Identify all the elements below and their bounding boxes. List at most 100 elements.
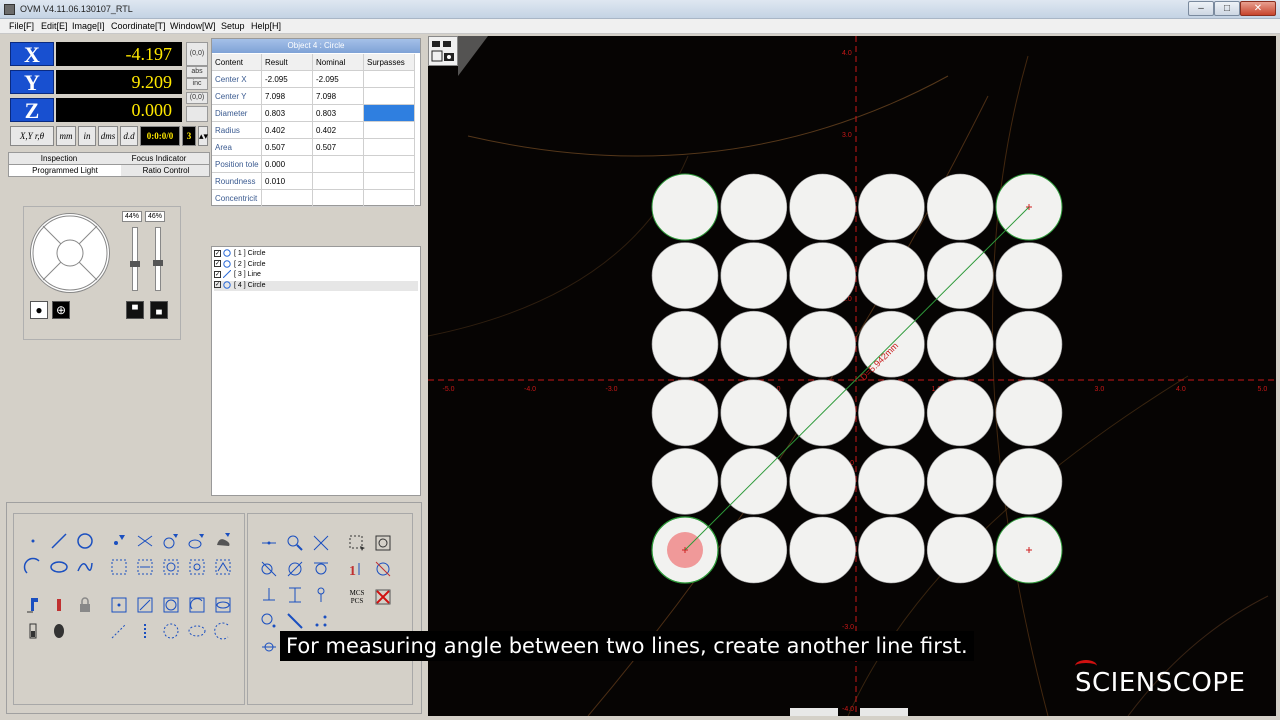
feature-item[interactable]: ✓ [ 4 ] Circle	[214, 280, 418, 291]
decimals-field[interactable]: 3	[182, 126, 196, 146]
feature-item[interactable]: ✓ [ 1 ] Circle	[214, 249, 418, 259]
z-zero-button[interactable]	[186, 106, 208, 122]
table-cell[interactable]: 7.098	[262, 88, 313, 105]
dd-button[interactable]: d.d	[120, 126, 138, 146]
target-circle[interactable]	[995, 242, 1063, 309]
maximize-button[interactable]: □	[1214, 1, 1240, 16]
target-circle[interactable]	[995, 310, 1063, 378]
frame-circle-button[interactable]	[161, 595, 181, 615]
auto-blob-button[interactable]	[213, 531, 233, 551]
sensor-button[interactable]	[49, 621, 69, 641]
angle-tool-button[interactable]	[311, 533, 331, 553]
marker-button[interactable]	[49, 595, 69, 615]
magnify-distance-button[interactable]	[285, 533, 305, 553]
dotted-arc-button[interactable]	[213, 621, 233, 641]
tab-ratio-control[interactable]: Ratio Control	[121, 165, 211, 176]
mcs-pcs-button[interactable]: MCS PCS	[347, 587, 367, 607]
concentric-tool-button[interactable]	[285, 559, 305, 579]
target-circle[interactable]	[858, 448, 925, 515]
box-arc-button[interactable]	[187, 557, 207, 577]
table-cell[interactable]	[262, 190, 313, 207]
target-circle[interactable]	[651, 448, 719, 515]
target-circle[interactable]	[651, 310, 719, 378]
feature-checkbox[interactable]: ✓	[214, 260, 221, 268]
table-cell[interactable]: 0.010	[262, 173, 313, 190]
diagonal-tool-button[interactable]	[285, 611, 305, 631]
menu-window[interactable]: Window[W]	[170, 21, 216, 31]
menu-image[interactable]: Image[I]	[72, 21, 105, 31]
arc-tool-button[interactable]	[23, 557, 43, 577]
light-off-button[interactable]: ▀	[126, 301, 144, 319]
table-cell[interactable]: -2.095	[262, 71, 313, 88]
frame-ellipse-button[interactable]	[213, 595, 233, 615]
target-circle[interactable]	[720, 516, 788, 584]
perpendicular-button[interactable]	[259, 585, 279, 605]
table-cell[interactable]	[313, 190, 364, 207]
light-slider-right[interactable]	[153, 227, 163, 291]
slider-thumb[interactable]	[153, 259, 163, 266]
menu-file[interactable]: File[F]	[9, 21, 34, 31]
coordinate-tool-button[interactable]: 1	[347, 559, 367, 579]
feature-item[interactable]: ✓ [ 2 ] Circle	[214, 259, 418, 270]
distance-tool-button[interactable]	[259, 533, 279, 553]
symmetry-tool-button[interactable]	[259, 637, 279, 657]
mm-button[interactable]: mm	[56, 126, 76, 146]
point-circle-button[interactable]	[259, 611, 279, 631]
tangent-tool-button[interactable]	[311, 559, 331, 579]
table-cell[interactable]: 0.507	[262, 139, 313, 156]
target-circle[interactable]	[651, 242, 719, 309]
menu-coordinate[interactable]: Coordinate[T]	[111, 21, 166, 31]
target-circle[interactable]	[926, 379, 994, 447]
menu-help[interactable]: Help[H]	[251, 21, 281, 31]
auto-point-button[interactable]	[109, 531, 129, 551]
frame-point-button[interactable]	[109, 595, 129, 615]
dotted-bar-button[interactable]	[135, 621, 155, 641]
target-circle[interactable]	[789, 448, 856, 515]
tab-inspection[interactable]: Inspection	[9, 153, 109, 164]
target-circle[interactable]	[926, 173, 994, 241]
frame-line-button[interactable]	[135, 595, 155, 615]
delete-tool-button[interactable]	[373, 587, 393, 607]
target-circle[interactable]	[720, 379, 788, 447]
crosshair-light-button[interactable]: ⊕	[52, 301, 70, 319]
target-circle[interactable]	[720, 173, 788, 241]
table-cell[interactable]: 7.098	[313, 88, 364, 105]
target-circle[interactable]	[789, 516, 856, 584]
feature-checkbox[interactable]: ✓	[214, 249, 221, 257]
target-circle[interactable]	[926, 516, 994, 584]
decimals-spinner[interactable]: ▴▾	[198, 126, 208, 146]
light-on-button[interactable]: ▄	[150, 301, 168, 319]
box-edge-button[interactable]	[213, 557, 233, 577]
table-cell[interactable]: 0.803	[262, 105, 313, 122]
image-toolbar-button[interactable]	[428, 36, 458, 66]
slider-thumb[interactable]	[130, 260, 140, 267]
auto-circle-button[interactable]	[161, 531, 181, 551]
target-circle[interactable]	[651, 173, 719, 241]
dotted-circle-button[interactable]	[161, 621, 181, 641]
table-cell[interactable]	[313, 156, 364, 173]
target-circle[interactable]	[720, 242, 788, 309]
dms-button[interactable]: dms	[98, 126, 118, 146]
auto-cross-button[interactable]	[135, 531, 155, 551]
table-cell[interactable]: 0.402	[313, 122, 364, 139]
feature-checkbox[interactable]: ✓	[214, 281, 221, 289]
target-circle[interactable]	[858, 173, 925, 241]
menu-setup[interactable]: Setup	[221, 21, 245, 31]
abs-button[interactable]: abs	[186, 66, 208, 78]
target-circle[interactable]	[789, 242, 856, 309]
box-point-button[interactable]	[109, 557, 129, 577]
x-zero-button[interactable]: (0,0)	[186, 42, 208, 66]
table-cell[interactable]: -2.095	[313, 71, 364, 88]
box-circle-button[interactable]	[161, 557, 181, 577]
width-tool-button[interactable]	[285, 585, 305, 605]
curve-tool-button[interactable]	[75, 557, 95, 577]
lock-button[interactable]	[75, 595, 95, 615]
table-cell[interactable]	[313, 173, 364, 190]
target-circle[interactable]	[858, 379, 925, 447]
target-circle[interactable]	[720, 310, 788, 378]
feature-item[interactable]: ✓ [ 3 ] Line	[214, 270, 418, 280]
ellipse-tool-button[interactable]	[49, 557, 69, 577]
minimize-button[interactable]: –	[1188, 1, 1214, 16]
target-circle[interactable]	[995, 379, 1063, 447]
table-cell[interactable]: 0.803	[313, 105, 364, 122]
